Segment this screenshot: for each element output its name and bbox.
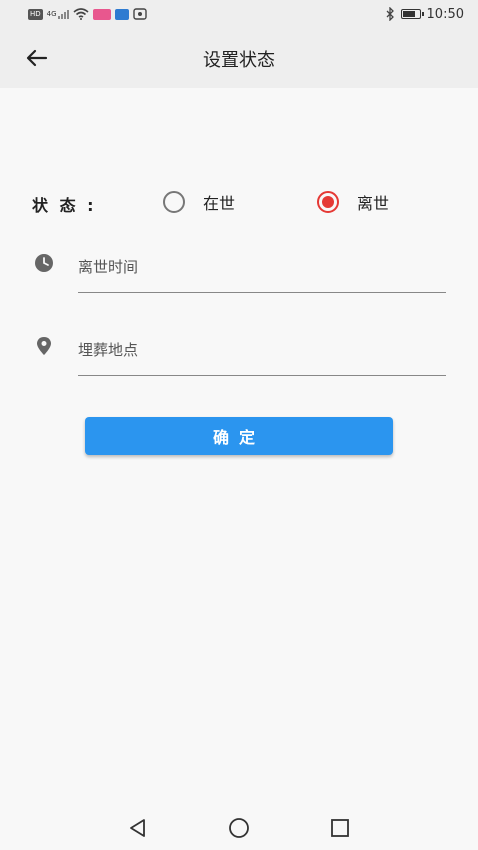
clock-icon	[35, 254, 53, 272]
battery-icon	[400, 9, 424, 19]
radio-unchecked-icon[interactable]	[163, 191, 185, 213]
status-bar: HD 4G 10:50	[0, 0, 478, 28]
radio-label-deceased: 离世	[357, 194, 390, 213]
radio-label-alive: 在世	[203, 194, 236, 213]
status-label: 状 态 :	[32, 196, 97, 215]
page-title: 设置状态	[203, 50, 275, 71]
app-notification-icon	[92, 8, 111, 20]
system-nav-bar	[0, 804, 478, 850]
radio-option-alive[interactable]: 在世	[163, 190, 235, 214]
triangle-back-icon[interactable]	[126, 816, 150, 840]
circle-home-icon[interactable]	[227, 816, 251, 840]
radio-option-deceased[interactable]: 离世	[317, 190, 389, 214]
status-icons-right: 10:50	[385, 7, 464, 22]
clock-time: 10:50	[426, 6, 464, 22]
status-icons-left: HD 4G	[28, 8, 147, 20]
location-pin-icon	[37, 337, 51, 355]
square-recents-icon[interactable]	[328, 816, 352, 840]
app-notification-icon	[114, 8, 129, 20]
4g-signal-icon: 4G	[47, 9, 69, 19]
confirm-button[interactable]: 确定	[85, 417, 393, 455]
death-time-input[interactable]	[78, 248, 446, 293]
status-selector: 状 态 : 在世 离世	[32, 190, 452, 216]
eye-icon	[132, 8, 147, 20]
bluetooth-icon	[386, 7, 394, 21]
hd-icon: HD	[28, 8, 43, 20]
death-time-field	[32, 248, 446, 298]
wifi-icon	[73, 8, 89, 20]
burial-place-input[interactable]	[78, 331, 446, 376]
burial-place-field	[32, 331, 446, 381]
app-bar: 设置状态	[0, 28, 478, 88]
radio-checked-icon[interactable]	[317, 191, 339, 213]
